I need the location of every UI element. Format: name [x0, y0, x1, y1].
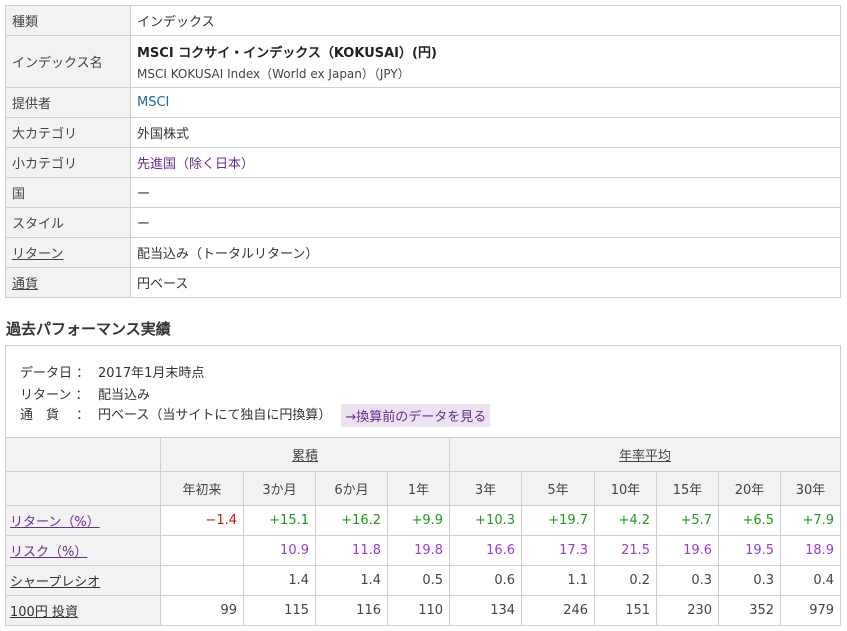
return-cell: +10.3: [449, 505, 523, 536]
index-name-en: MSCI KOKUSAI Index（World ex Japan）（JPY）: [137, 66, 410, 81]
info-value: 円ベース: [130, 267, 841, 298]
return-cell: +19.7: [521, 505, 596, 536]
info-row-index-name: インデックス名 MSCI コクサイ・インデックス（KOKUSAI）(円) MSC…: [5, 35, 841, 88]
return-cell: −1.4: [160, 505, 244, 536]
period-header: 1年: [386, 471, 451, 506]
risk-cell: 19.6: [656, 535, 720, 566]
table-corner: [5, 437, 161, 472]
return-cell: +16.2: [315, 505, 388, 536]
return-cell: +7.9: [780, 505, 842, 536]
invest-cell: 116: [315, 595, 388, 626]
table-row-risk: リスク（%） 10.9 11.8 19.8 16.6 17.3 21.5 19.…: [5, 535, 842, 566]
info-value: 配当込み（トータルリターン）: [130, 237, 841, 268]
info-label: 小カテゴリ: [5, 147, 131, 178]
sharpe-cell: [160, 565, 244, 596]
period-header: 6か月: [315, 471, 388, 506]
info-label: 種類: [5, 5, 131, 36]
period-header: 15年: [656, 471, 720, 506]
return-cell: +6.5: [718, 505, 782, 536]
info-label: スタイル: [5, 207, 131, 238]
period-header: 3か月: [243, 471, 316, 506]
period-header: 30年: [780, 471, 842, 506]
risk-cell: 16.6: [449, 535, 523, 566]
risk-cell: 21.5: [594, 535, 658, 566]
provider-link[interactable]: MSCI: [137, 95, 169, 110]
sharpe-cell: 0.2: [594, 565, 658, 596]
info-value: 外国株式: [130, 117, 841, 148]
sharpe-cell: 0.4: [780, 565, 842, 596]
info-row-currency: 通貨 円ベース: [5, 267, 841, 298]
table-row-sharpe: シャープレシオ 1.4 1.4 0.5 0.6 1.1 0.2 0.3 0.3 …: [5, 565, 842, 596]
period-header: 3年: [449, 471, 523, 506]
row-label-100yen-link[interactable]: 100円 投資: [10, 605, 78, 620]
info-row-provider: 提供者 MSCI: [5, 87, 841, 118]
period-header: 年初来: [160, 471, 244, 506]
table-corner: [5, 471, 161, 506]
invest-cell: 115: [243, 595, 316, 626]
table-row-return: リターン（%） −1.4 +15.1 +16.2 +9.9 +10.3 +19.…: [5, 505, 842, 536]
info-row-country: 国 ー: [5, 177, 841, 208]
invest-cell: 99: [160, 595, 244, 626]
group-annual-link[interactable]: 年率平均: [619, 449, 671, 464]
table-row-100yen: 100円 投資 99 115 116 110 134 246 151 230 3…: [5, 595, 842, 626]
risk-cell: 19.8: [386, 535, 451, 566]
invest-cell: 151: [594, 595, 658, 626]
sharpe-cell: 1.4: [315, 565, 388, 596]
row-label-risk-link[interactable]: リスク（%）: [10, 545, 87, 560]
performance-section-title: 過去パフォーマンス実績: [6, 320, 171, 338]
row-label-sharpe-link[interactable]: シャープレシオ: [10, 575, 100, 590]
info-row-major-category: 大カテゴリ 外国株式: [5, 117, 841, 148]
period-header: 5年: [521, 471, 596, 506]
sharpe-cell: 1.1: [521, 565, 596, 596]
invest-cell: 134: [449, 595, 523, 626]
info-label: 国: [5, 177, 131, 208]
return-cell: +9.9: [386, 505, 451, 536]
invest-cell: 110: [386, 595, 451, 626]
return-cell: +15.1: [243, 505, 316, 536]
info-label: 大カテゴリ: [5, 117, 131, 148]
risk-cell: 19.5: [718, 535, 782, 566]
risk-cell: [160, 535, 244, 566]
info-row-type: 種類 インデックス: [5, 5, 841, 36]
sharpe-cell: 0.3: [656, 565, 720, 596]
performance-meta-box: データ日 ： 2017年1月末時点 リターン ： 配当込み 通 貨 ： 円ベース…: [5, 345, 841, 437]
sharpe-cell: 0.6: [449, 565, 523, 596]
meta-currency: 通 貨 ： 円ベース（当サイトにて独自に円換算） →換算前のデータを見る: [20, 404, 491, 427]
return-cell: +4.2: [594, 505, 658, 536]
performance-table: 累積 年率平均 年初来 3か月 6か月 1年 3年 5年 10年 15年 20年…: [5, 437, 842, 626]
minor-category-link[interactable]: 先進国（除く日本）: [137, 157, 254, 172]
info-value: ー: [130, 207, 841, 238]
invest-cell: 979: [780, 595, 842, 626]
sharpe-cell: 0.5: [386, 565, 451, 596]
info-row-style: スタイル ー: [5, 207, 841, 238]
sharpe-cell: 0.3: [718, 565, 782, 596]
info-row-return: リターン 配当込み（トータルリターン）: [5, 237, 841, 268]
convert-data-link[interactable]: →換算前のデータを見る: [341, 404, 491, 427]
info-row-minor-category: 小カテゴリ 先進国（除く日本）: [5, 147, 841, 178]
currency-help-link[interactable]: 通貨: [12, 277, 38, 292]
row-label-return-link[interactable]: リターン（%）: [10, 515, 100, 530]
sharpe-cell: 1.4: [243, 565, 316, 596]
risk-cell: 11.8: [315, 535, 388, 566]
info-value: ー: [130, 177, 841, 208]
period-header: 10年: [594, 471, 658, 506]
fund-info-table: 種類 インデックス インデックス名 MSCI コクサイ・インデックス（KOKUS…: [5, 5, 841, 298]
risk-cell: 10.9: [243, 535, 316, 566]
info-label: 提供者: [5, 87, 131, 118]
meta-date: データ日 ： 2017年1月末時点: [20, 366, 205, 381]
invest-cell: 246: [521, 595, 596, 626]
risk-cell: 17.3: [521, 535, 596, 566]
return-cell: +5.7: [656, 505, 720, 536]
invest-cell: 352: [718, 595, 782, 626]
group-cumulative-link[interactable]: 累積: [292, 449, 318, 464]
meta-return: リターン ： 配当込み: [20, 388, 151, 403]
period-header: 20年: [718, 471, 782, 506]
index-name-jp: MSCI コクサイ・インデックス（KOKUSAI）(円): [137, 45, 437, 61]
invest-cell: 230: [656, 595, 720, 626]
return-help-link[interactable]: リターン: [12, 247, 63, 262]
info-label: インデックス名: [5, 35, 131, 88]
info-value: インデックス: [130, 5, 841, 36]
risk-cell: 18.9: [780, 535, 842, 566]
